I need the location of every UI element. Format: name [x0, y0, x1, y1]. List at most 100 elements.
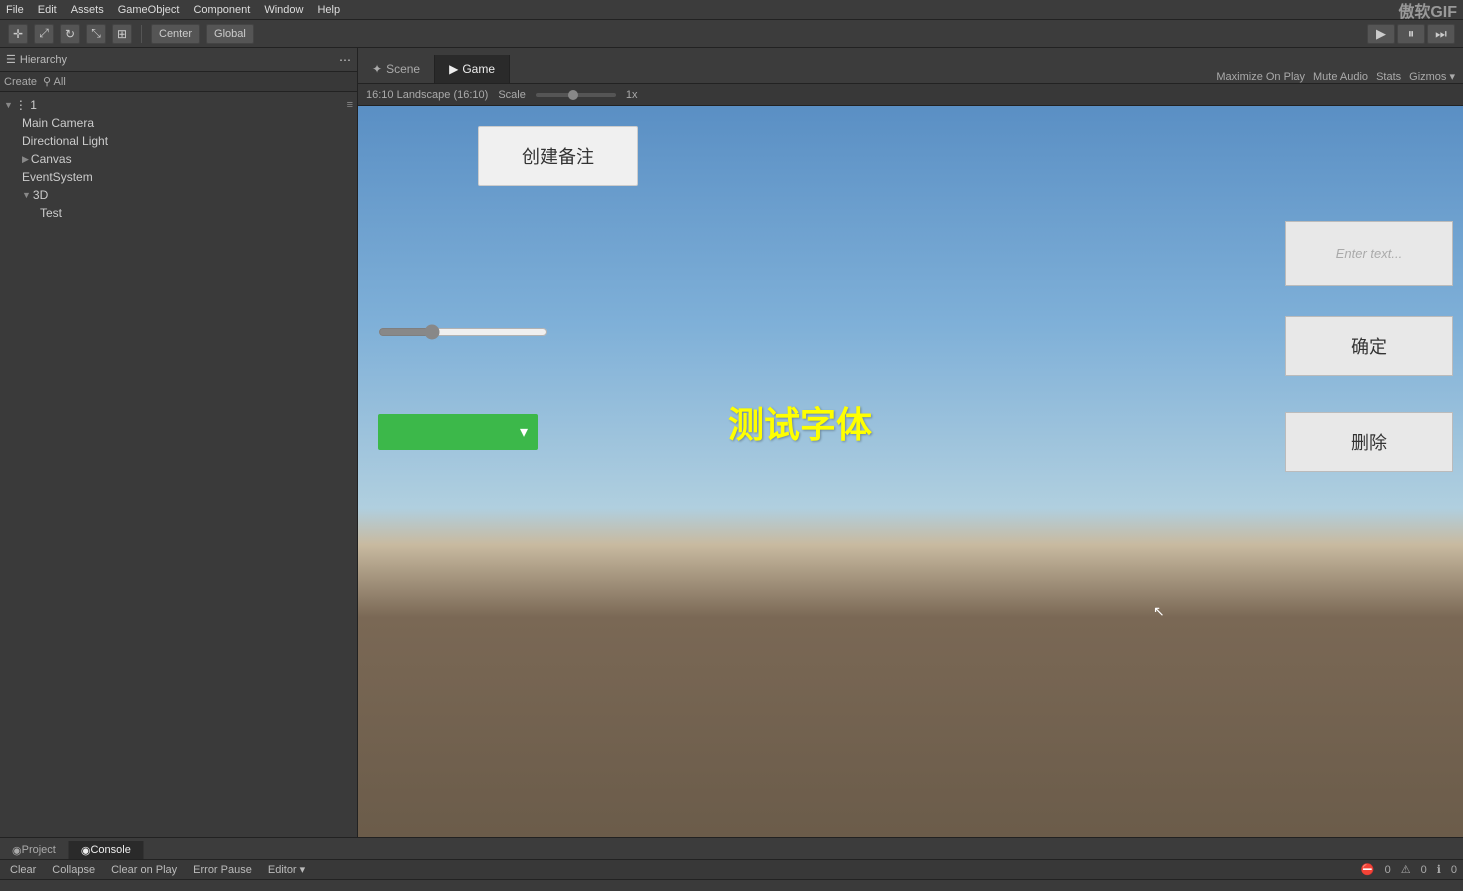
move-tool[interactable]: ⤢	[34, 24, 54, 44]
menu-window[interactable]: Window	[264, 4, 303, 16]
error-count: 0	[1385, 864, 1391, 876]
console-tab-icon: ◉	[81, 844, 91, 857]
main-layout: ☰ Hierarchy ⋯ Create ⚲ All ▼ ⋮ 1 ≡ Main …	[0, 48, 1463, 837]
center-btn[interactable]: Center	[151, 24, 200, 44]
3d-arrow: ▼	[22, 190, 31, 200]
hierarchy-title: Hierarchy	[20, 54, 67, 66]
create-btn[interactable]: Create	[4, 76, 37, 88]
editor-btn[interactable]: Editor ▾	[264, 863, 309, 876]
enter-text-field[interactable]: Enter text...	[1285, 221, 1453, 286]
menu-help[interactable]: Help	[317, 4, 340, 16]
maximize-on-play[interactable]: Maximize On Play	[1216, 71, 1305, 83]
tab-project[interactable]: ◉ Project	[0, 841, 69, 859]
hierarchy-content: ▼ ⋮ 1 ≡ Main Camera Directional Light ▶ …	[0, 92, 357, 837]
tab-console[interactable]: ◉ Console	[69, 841, 144, 859]
collapse-btn[interactable]: Collapse	[48, 864, 99, 876]
warn-icon: ⚠	[1401, 863, 1411, 876]
hierarchy-item-label-3d: 3D	[33, 188, 48, 202]
menu-component[interactable]: Component	[193, 4, 250, 16]
bottom-toolbar: Clear Collapse Clear on Play Error Pause…	[0, 860, 1463, 880]
tab-scene[interactable]: ✦ Scene	[358, 55, 435, 83]
step-button[interactable]: ⏭	[1427, 24, 1455, 44]
canvas-arrow: ▶	[22, 154, 29, 165]
info-count: 0	[1451, 864, 1457, 876]
info-icon: ℹ	[1437, 863, 1441, 876]
hierarchy-item-label-main-camera: Main Camera	[22, 116, 94, 130]
menu-bar: File Edit Assets GameObject Component Wi…	[0, 0, 1463, 20]
create-note-button[interactable]: 创建备注	[478, 126, 638, 186]
project-tab-label: Project	[22, 844, 56, 856]
rotate-tool[interactable]: ↻	[60, 24, 80, 44]
play-button[interactable]: ▶	[1367, 24, 1395, 44]
scene-arrow: ▼	[4, 100, 13, 110]
menu-assets[interactable]: Assets	[71, 4, 104, 16]
error-pause-btn[interactable]: Error Pause	[189, 864, 256, 876]
game-toolbar: 16:10 Landscape (16:10) Scale 1x	[358, 84, 1463, 106]
rect-tool[interactable]: ⊞	[112, 24, 132, 44]
error-icon: ⛔	[1361, 863, 1375, 876]
confirm-button[interactable]: 确定	[1285, 316, 1453, 376]
hierarchy-item-label-test: Test	[40, 206, 62, 220]
pause-button[interactable]: ⏸	[1397, 24, 1425, 44]
game-scene-background: 创建备注 ▾ 测试字体 Enter text... 确定 删除	[358, 106, 1463, 837]
scene-area: ✦ Scene ▶ Game Maximize On Play Mute Aud…	[358, 48, 1463, 837]
project-tab-icon: ◉	[12, 844, 22, 857]
scene-tab-options: Maximize On Play Mute Audio Stats Gizmos…	[1208, 70, 1463, 83]
scale-tool[interactable]: ⤡	[86, 24, 106, 44]
game-tab-icon: ▶	[449, 62, 458, 76]
gizmos-btn[interactable]: Gizmos ▾	[1409, 70, 1455, 83]
menu-gameobject[interactable]: GameObject	[118, 4, 180, 16]
scene-tabs: ✦ Scene ▶ Game Maximize On Play Mute Aud…	[358, 48, 1463, 84]
scale-value: 1x	[626, 89, 638, 101]
clear-btn[interactable]: Clear	[6, 864, 40, 876]
slider-input[interactable]	[378, 324, 548, 340]
warn-count: 0	[1421, 864, 1427, 876]
scene-tab-icon: ✦	[372, 62, 382, 76]
menu-file[interactable]: File	[6, 4, 24, 16]
hierarchy-item-label-canvas: Canvas	[31, 152, 72, 166]
hierarchy-item-main-camera[interactable]: Main Camera	[0, 114, 357, 132]
brand-logo: 傲软GIF	[1398, 0, 1457, 22]
scene-tab-label: Scene	[386, 62, 420, 76]
game-tab-label: Game	[462, 62, 495, 76]
hierarchy-panel: ☰ Hierarchy ⋯ Create ⚲ All ▼ ⋮ 1 ≡ Main …	[0, 48, 358, 837]
menu-edit[interactable]: Edit	[38, 4, 57, 16]
console-status: ⛔ 0 ⚠ 0 ℹ 0	[1361, 863, 1457, 876]
hierarchy-lock[interactable]: ⋯	[339, 53, 351, 67]
hierarchy-item-3d[interactable]: ▼ 3D	[0, 186, 357, 204]
game-slider[interactable]	[378, 324, 548, 340]
scale-slider[interactable]	[536, 93, 616, 97]
cursor	[1153, 603, 1163, 617]
game-view[interactable]: 创建备注 ▾ 测试字体 Enter text... 确定 删除	[358, 106, 1463, 837]
bottom-panel: ◉ Project ◉ Console Clear Collapse Clear…	[0, 837, 1463, 891]
hierarchy-item-label-scene: ⋮ 1	[15, 98, 37, 112]
hierarchy-item-canvas[interactable]: ▶ Canvas	[0, 150, 357, 168]
clear-on-play-btn[interactable]: Clear on Play	[107, 864, 181, 876]
global-btn[interactable]: Global	[206, 24, 254, 44]
sep1	[141, 25, 142, 43]
hierarchy-item-label-dir-light: Directional Light	[22, 134, 108, 148]
toolbar: ✛ ⤢ ↻ ⤡ ⊞ Center Global ▶ ⏸ ⏭	[0, 20, 1463, 48]
hierarchy-item-eventsystem[interactable]: EventSystem	[0, 168, 357, 186]
mute-audio[interactable]: Mute Audio	[1313, 71, 1368, 83]
resolution-selector[interactable]: 16:10 Landscape (16:10)	[366, 89, 488, 101]
hierarchy-header: ☰ Hierarchy ⋯	[0, 48, 357, 72]
hand-tool[interactable]: ✛	[8, 24, 28, 44]
hierarchy-item-scene[interactable]: ▼ ⋮ 1 ≡	[0, 96, 357, 114]
delete-button[interactable]: 删除	[1285, 412, 1453, 472]
tab-game[interactable]: ▶ Game	[435, 55, 510, 83]
scene-options: ≡	[347, 99, 353, 111]
dropdown-arrow: ▾	[520, 422, 528, 442]
console-tab-label: Console	[90, 844, 130, 856]
test-font-label: 测试字体	[728, 396, 872, 448]
hierarchy-item-test[interactable]: Test	[0, 204, 357, 222]
scale-label: Scale	[498, 89, 526, 101]
hierarchy-toolbar: Create ⚲ All	[0, 72, 357, 92]
hierarchy-item-dir-light[interactable]: Directional Light	[0, 132, 357, 150]
hierarchy-item-label-eventsystem: EventSystem	[22, 170, 93, 184]
play-controls: ▶ ⏸ ⏭	[1367, 24, 1455, 44]
stats-btn[interactable]: Stats	[1376, 71, 1401, 83]
game-dropdown[interactable]: ▾	[378, 414, 538, 450]
hierarchy-icon: ☰	[6, 53, 16, 66]
all-btn[interactable]: ⚲ All	[43, 75, 66, 88]
